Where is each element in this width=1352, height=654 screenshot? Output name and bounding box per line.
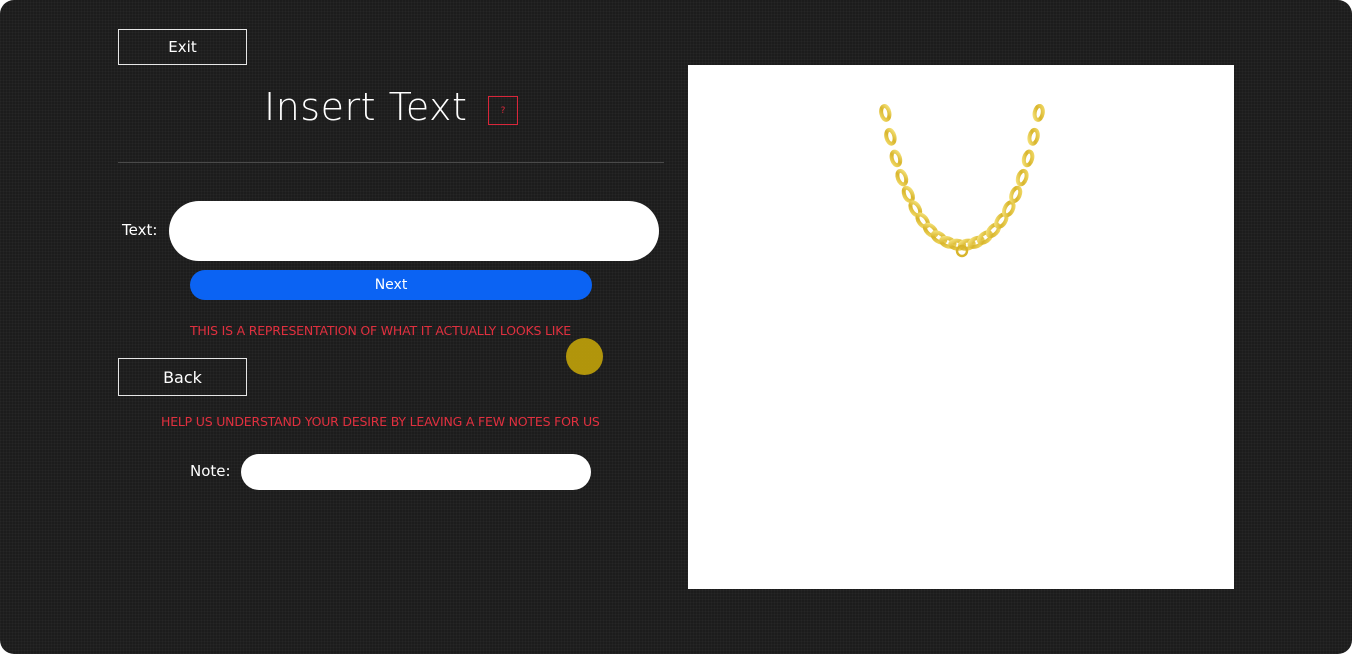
page-title: Insert Text: [264, 85, 468, 129]
chain-link: [884, 127, 897, 146]
back-button[interactable]: Back: [118, 358, 247, 396]
representation-notice: THIS IS A REPRESENTATION OF WHAT IT ACTU…: [190, 323, 571, 338]
chain-link: [1021, 149, 1035, 168]
chain-link: [879, 103, 892, 122]
chain-link: [985, 222, 1002, 239]
app-window: Exit Insert Text ? Text: Next THIS IS A …: [0, 0, 1352, 654]
help-button[interactable]: ?: [488, 96, 518, 125]
notes-prompt: HELP US UNDERSTAND YOUR DESIRE BY LEAVIN…: [161, 414, 600, 429]
chain-link: [901, 185, 915, 204]
note-input[interactable]: [241, 454, 591, 490]
next-button[interactable]: Next: [190, 270, 592, 300]
chain-link: [922, 222, 939, 238]
chain-link: [1027, 127, 1040, 146]
preview-panel: [688, 65, 1234, 589]
text-input[interactable]: [169, 201, 659, 261]
chain-link: [1015, 168, 1029, 187]
exit-button[interactable]: Exit: [118, 29, 247, 65]
note-field-label: Note:: [190, 462, 231, 480]
cursor-indicator: [566, 338, 603, 375]
chain-link: [1009, 185, 1023, 204]
chain-link: [889, 149, 903, 168]
chain-link: [1032, 103, 1045, 122]
divider: [118, 162, 664, 163]
chain-link: [895, 168, 909, 187]
gold-chain-necklace-image: [879, 103, 1045, 258]
text-field-label: Text:: [122, 221, 158, 239]
chain-link: [1001, 200, 1016, 218]
